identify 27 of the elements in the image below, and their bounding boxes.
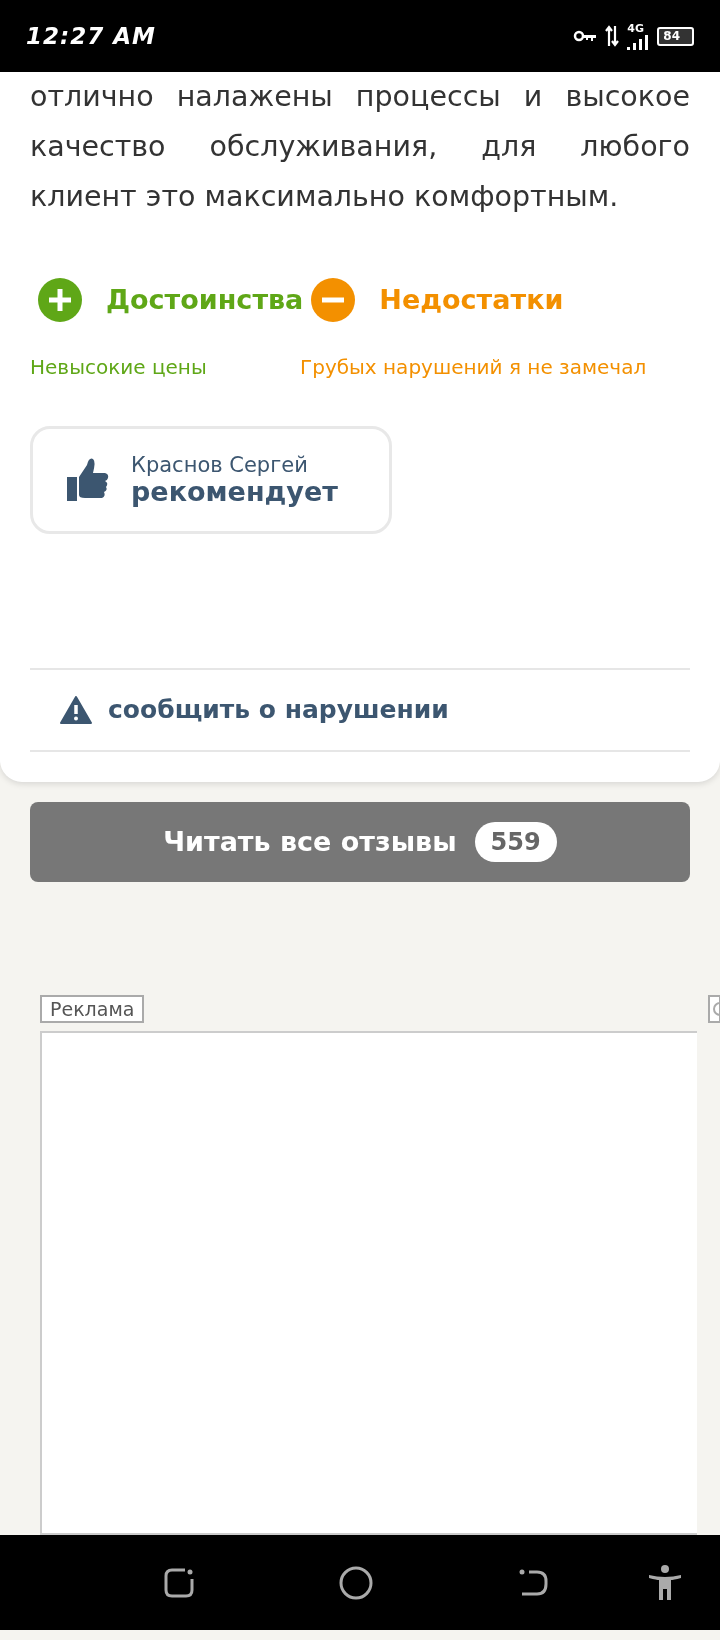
clock: 12:27 AM — [26, 21, 156, 51]
review-text-line: отлично налажены процессы и высокое — [30, 79, 690, 115]
recommendation-verdict: рекомендует — [131, 476, 338, 507]
network-type: 4G — [627, 22, 644, 34]
plus-icon — [38, 278, 82, 322]
recent-apps-icon[interactable] — [163, 1566, 195, 1599]
key-icon — [573, 30, 598, 42]
author-name: Краснов Сергей — [131, 453, 309, 477]
report-link[interactable]: сообщить о нарушении — [30, 670, 449, 750]
cons-item: Грубых нарушений я не замечал — [300, 354, 647, 381]
review-text-line: клиент это максимально комфортным. — [30, 179, 620, 215]
review-count: 559 — [474, 822, 557, 862]
battery-indicator: 84 — [657, 26, 694, 46]
pros-item: Невысокие цены — [30, 354, 208, 381]
read-all-reviews-button[interactable]: Читать все отзывы 559 — [30, 802, 690, 882]
signal-icon — [627, 33, 650, 50]
cons-heading: Недостатки — [379, 282, 564, 317]
thumbs-up-icon — [67, 457, 109, 503]
back-icon[interactable] — [519, 1567, 549, 1598]
pros-heading: Достоинства — [106, 282, 304, 317]
minus-icon — [311, 278, 356, 322]
data-transfer-icon — [605, 24, 620, 48]
review-text-line: качество обслуживания, для любого — [30, 129, 690, 165]
home-icon[interactable] — [339, 1565, 373, 1600]
ad-label: Реклама — [40, 995, 145, 1023]
warning-icon — [60, 696, 92, 724]
accessibility-icon[interactable] — [649, 1564, 681, 1601]
